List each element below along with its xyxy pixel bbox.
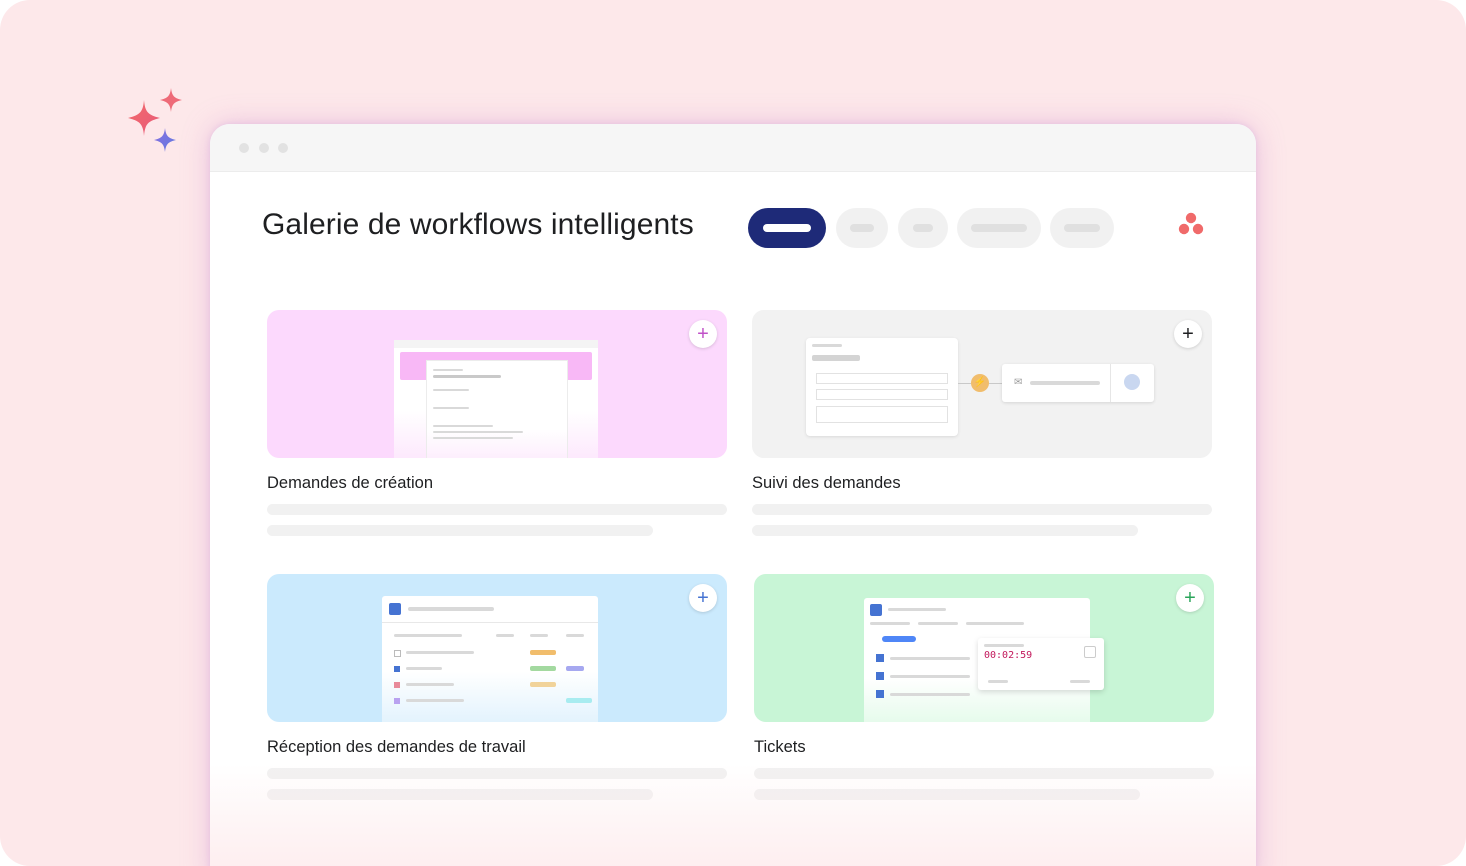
- card-thumbnail[interactable]: +: [267, 574, 727, 722]
- add-workflow-button[interactable]: +: [689, 584, 717, 612]
- card-title: Tickets: [754, 738, 806, 756]
- preview-table: [382, 596, 598, 722]
- placeholder-line: [267, 768, 727, 779]
- preview-window: [394, 340, 598, 458]
- plus-icon: +: [1184, 587, 1196, 609]
- preview-email-step: ✉: [1002, 364, 1154, 402]
- card-thumbnail[interactable]: +: [267, 310, 727, 458]
- placeholder-line: [754, 768, 1214, 779]
- browser-window: Galerie de workflows intelligents + Dema…: [210, 124, 1256, 866]
- placeholder-line: [752, 525, 1138, 536]
- placeholder-line: [754, 789, 1140, 800]
- avatar: [1124, 374, 1140, 390]
- window-dot: [259, 143, 269, 153]
- card-title: Demandes de création: [267, 474, 434, 492]
- card-thumbnail[interactable]: 00:02:59 +: [754, 574, 1214, 722]
- sparkles-icon: [128, 88, 182, 152]
- window-dot: [278, 143, 288, 153]
- plus-icon: +: [697, 587, 709, 609]
- preview-form: [806, 338, 958, 436]
- bottom-fade: [210, 764, 1256, 866]
- filter-pill[interactable]: [836, 208, 888, 248]
- filter-pill[interactable]: [1050, 208, 1114, 248]
- card-title: Réception des demandes de travail: [267, 738, 526, 756]
- add-workflow-button[interactable]: +: [1174, 320, 1202, 348]
- timer-popup: 00:02:59: [978, 638, 1104, 690]
- filter-pill[interactable]: [898, 208, 948, 248]
- page-background: Galerie de workflows intelligents + Dema…: [0, 0, 1466, 866]
- filter-pill[interactable]: [957, 208, 1041, 248]
- plus-icon: +: [1182, 323, 1194, 345]
- add-workflow-button[interactable]: +: [689, 320, 717, 348]
- window-dot: [239, 143, 249, 153]
- placeholder-line: [752, 504, 1212, 515]
- filter-pill-active[interactable]: [748, 208, 826, 248]
- page-title: Galerie de workflows intelligents: [262, 208, 694, 241]
- card-title: Suivi des demandes: [752, 474, 901, 492]
- pause-icon[interactable]: [1084, 646, 1096, 658]
- lightning-icon: ⚡: [971, 374, 989, 392]
- placeholder-line: [267, 525, 653, 536]
- placeholder-line: [267, 789, 653, 800]
- card-thumbnail[interactable]: ⚡ ✉ +: [752, 310, 1212, 458]
- timer-display: 00:02:59: [984, 650, 1033, 661]
- add-workflow-button[interactable]: +: [1176, 584, 1204, 612]
- window-titlebar: [210, 124, 1256, 172]
- plus-icon: +: [697, 323, 709, 345]
- placeholder-line: [267, 504, 727, 515]
- asana-logo-icon[interactable]: [1178, 212, 1204, 236]
- mail-icon: ✉: [1014, 377, 1023, 388]
